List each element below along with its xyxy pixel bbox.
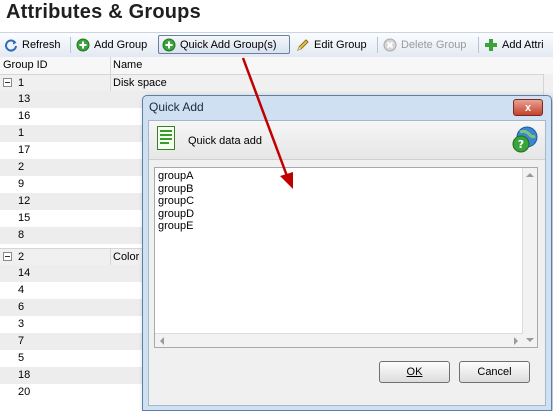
cancel-label: Cancel xyxy=(477,366,512,378)
toolbar-separator xyxy=(70,37,71,53)
refresh-icon xyxy=(5,39,17,52)
column-header-name[interactable]: Name xyxy=(113,59,142,71)
add-attribute-button[interactable]: Add Attri xyxy=(481,35,547,54)
group-id: 2 xyxy=(18,251,25,263)
row-id: 13 xyxy=(18,93,31,105)
edit-group-label: Edit Group xyxy=(314,38,367,51)
row-id: 20 xyxy=(18,386,31,398)
column-header-group-id[interactable]: Group ID xyxy=(3,59,48,71)
row-id: 18 xyxy=(18,369,31,381)
quick-add-textarea[interactable]: groupA groupB groupC groupD groupE xyxy=(154,167,538,348)
close-button[interactable]: x xyxy=(513,99,543,116)
ok-label: OK xyxy=(406,366,423,378)
cancel-button[interactable]: Cancel xyxy=(459,361,530,383)
delete-group-button[interactable]: Delete Group xyxy=(380,35,469,54)
column-divider xyxy=(110,249,111,266)
row-id: 15 xyxy=(18,212,31,224)
collapse-icon[interactable] xyxy=(3,252,12,261)
textarea-content: groupA groupB groupC groupD groupE xyxy=(158,170,194,233)
column-divider xyxy=(110,75,111,92)
row-id: 2 xyxy=(18,161,25,173)
dialog-header: Quick data add ? xyxy=(149,121,545,160)
add-icon xyxy=(485,38,497,51)
scroll-down-icon[interactable] xyxy=(526,338,534,342)
textarea-line: groupC xyxy=(158,195,195,207)
row-id: 9 xyxy=(18,178,25,190)
group-name: Disk space xyxy=(113,77,167,89)
add-icon xyxy=(76,38,90,51)
row-id: 4 xyxy=(18,284,25,296)
column-divider xyxy=(110,57,111,74)
group-id: 1 xyxy=(18,77,25,89)
quick-add-group-button[interactable]: Quick Add Group(s) xyxy=(158,35,290,54)
row-id: 3 xyxy=(18,318,25,330)
vertical-scrollbar[interactable] xyxy=(522,168,537,347)
textarea-line: groupB xyxy=(158,182,194,195)
document-icon xyxy=(157,126,175,150)
row-id: 16 xyxy=(18,110,31,122)
quick-add-group-label: Quick Add Group(s) xyxy=(180,38,277,51)
scroll-left-icon[interactable] xyxy=(160,337,164,345)
page-header: Attributes & Groups xyxy=(0,0,553,32)
quick-add-dialog: Quick Add x Quick data add ? groupA grou… xyxy=(142,95,552,411)
dialog-body: Quick data add ? groupA groupB groupC gr… xyxy=(148,120,546,406)
add-group-label: Add Group xyxy=(94,38,148,51)
ok-button[interactable]: OK xyxy=(379,361,450,383)
edit-icon xyxy=(297,38,309,51)
toolbar-separator xyxy=(478,37,479,53)
close-icon: x xyxy=(524,101,532,114)
row-id: 12 xyxy=(18,195,31,207)
add-icon xyxy=(162,38,176,51)
svg-text:?: ? xyxy=(518,138,524,151)
delete-group-label: Delete Group xyxy=(401,38,467,51)
refresh-button[interactable]: Refresh xyxy=(1,35,64,54)
collapse-icon[interactable] xyxy=(3,78,12,87)
dialog-title: Quick Add xyxy=(149,100,204,114)
toolbar-separator xyxy=(377,37,378,53)
textarea-line: groupE xyxy=(158,220,194,232)
group-name: Color xyxy=(113,251,140,263)
row-id: 7 xyxy=(18,335,25,347)
page-title: Attributes & Groups xyxy=(6,1,201,23)
row-id: 5 xyxy=(18,352,25,364)
scroll-up-icon[interactable] xyxy=(526,173,534,177)
row-id: 1 xyxy=(18,127,25,139)
scroll-right-icon[interactable] xyxy=(514,337,518,345)
textarea-line: groupA xyxy=(158,170,194,182)
help-icon[interactable]: ? xyxy=(511,126,539,154)
row-id: 8 xyxy=(18,229,25,241)
edit-group-button[interactable]: Edit Group xyxy=(293,35,370,54)
group-row[interactable]: 1 Disk space xyxy=(0,74,553,92)
textarea-line: groupD xyxy=(158,207,195,220)
horizontal-scrollbar[interactable] xyxy=(155,333,523,347)
toolbar: Refresh Add Group Quick Add Group(s) Edi… xyxy=(0,32,553,58)
add-attribute-label: Add Attri xyxy=(502,38,544,51)
refresh-label: Refresh xyxy=(22,38,61,51)
add-group-button[interactable]: Add Group xyxy=(73,35,150,54)
delete-icon xyxy=(383,38,397,51)
dialog-header-label: Quick data add xyxy=(188,135,262,147)
grid-header: Group ID Name xyxy=(0,57,553,75)
row-id: 14 xyxy=(18,267,31,279)
row-id: 17 xyxy=(18,144,31,156)
row-id: 6 xyxy=(18,301,25,313)
